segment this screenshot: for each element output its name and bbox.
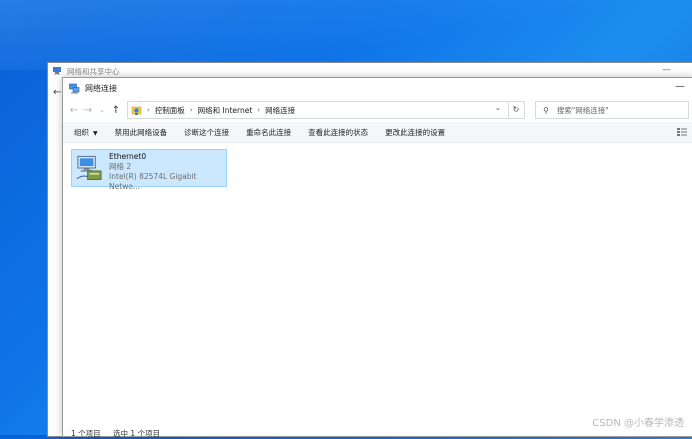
view-options-icon[interactable] — [677, 127, 687, 137]
diagnose-connection-button[interactable]: 诊断这个连接 — [184, 127, 229, 138]
ethernet-adapter-icon — [76, 155, 102, 181]
address-dropdown-button[interactable]: ⌄ — [495, 104, 501, 112]
breadcrumb-network-connections[interactable]: 网络连接 — [265, 105, 295, 116]
connection-details: Ethernet0 网络 2 Intel(R) 82574L Gigabit N… — [109, 152, 226, 191]
item-count: 1 个项目 — [71, 429, 101, 438]
forward-button[interactable]: → — [81, 105, 95, 116]
breadcrumb-separator-icon: › — [189, 106, 193, 114]
caret-down-icon: ▼ — [93, 129, 98, 137]
connection-name: Ethernet0 — [109, 152, 147, 161]
network-connections-window: 网络连接 — ← → ⌄ ↑ › 控制面板 › 网络和 Internet › 网… — [62, 77, 692, 439]
connection-network: 网络 2 — [109, 162, 132, 171]
desktop-background — [0, 0, 692, 70]
connection-adapter: Intel(R) 82574L Gigabit Netwo... — [109, 172, 197, 191]
address-row: ← → ⌄ ↑ › 控制面板 › 网络和 Internet › 网络连接 ⌄ ↻… — [63, 98, 692, 122]
back-button[interactable]: ← — [67, 105, 81, 116]
control-panel-icon — [131, 106, 142, 115]
breadcrumb-separator-icon: › — [147, 106, 150, 114]
change-settings-button[interactable]: 更改此连接的设置 — [385, 127, 445, 138]
network-connections-icon — [69, 83, 80, 93]
titlebar: 网络连接 — — [63, 78, 692, 98]
search-input[interactable]: ⚲ 搜索"网络连接" — [535, 101, 689, 119]
watermark-text: CSDN @小春学渗透 — [592, 418, 684, 429]
breadcrumb-control-panel[interactable]: 控制面板 — [155, 105, 185, 116]
recent-locations-button[interactable]: ⌄ — [95, 106, 109, 114]
network-sharing-center-icon — [53, 67, 61, 75]
disable-device-button[interactable]: 禁用此网络设备 — [115, 127, 168, 138]
breadcrumb-network-internet[interactable]: 网络和 Internet — [198, 105, 253, 116]
status-bar: 1 个项目 选中 1 个项目 — [71, 428, 170, 439]
view-status-button[interactable]: 查看此连接的状态 — [308, 127, 368, 138]
minimize-button[interactable]: — — [675, 81, 685, 92]
rename-connection-button[interactable]: 重命名此连接 — [246, 127, 291, 138]
organize-label: 组织 — [74, 127, 89, 137]
file-list: Ethernet0 网络 2 Intel(R) 82574L Gigabit N… — [63, 143, 692, 413]
selected-count: 选中 1 个项目 — [113, 429, 161, 438]
organize-menu-button[interactable]: 组织 ▼ — [74, 127, 98, 138]
connection-item-ethernet0[interactable]: Ethernet0 网络 2 Intel(R) 82574L Gigabit N… — [71, 149, 227, 191]
up-button[interactable]: ↑ — [109, 105, 123, 116]
back-arrow-icon[interactable]: ← — [53, 87, 61, 98]
search-placeholder: 搜索"网络连接" — [556, 105, 609, 115]
refresh-button[interactable]: ↻ — [508, 101, 525, 119]
breadcrumb-separator-icon: › — [257, 106, 261, 114]
back-window-title: 网络和共享中心 — [67, 66, 120, 76]
back-minimize-button[interactable]: — — [662, 65, 671, 75]
window-title: 网络连接 — [85, 83, 117, 93]
address-bar[interactable]: › 控制面板 › 网络和 Internet › 网络连接 — [127, 101, 509, 119]
search-icon: ⚲ — [543, 105, 549, 115]
command-bar: 组织 ▼ 禁用此网络设备 诊断这个连接 重命名此连接 查看此连接的状态 更改此连接… — [63, 122, 692, 143]
